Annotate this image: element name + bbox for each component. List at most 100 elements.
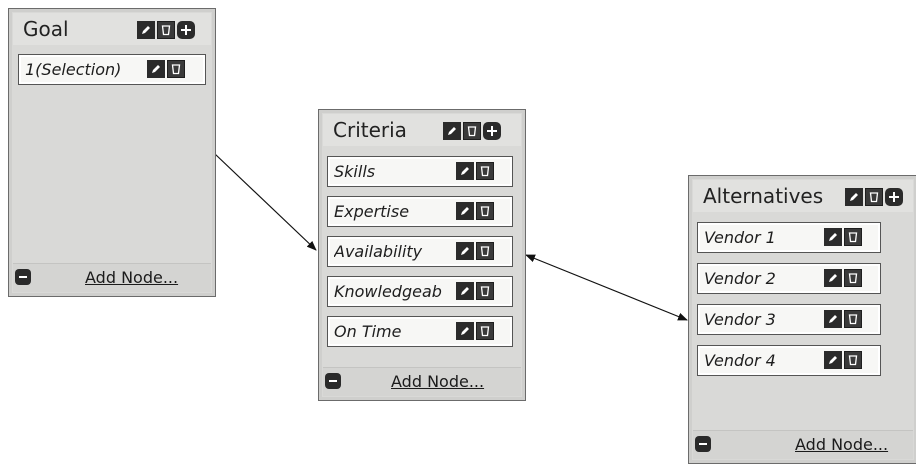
plus-icon xyxy=(487,126,497,136)
trash-icon xyxy=(869,192,879,203)
trash-icon xyxy=(848,273,858,284)
criteria-panel-header: Criteria xyxy=(323,114,521,146)
pencil-icon xyxy=(461,167,469,175)
collapse-icon[interactable] xyxy=(15,269,31,285)
trash-icon xyxy=(480,166,490,177)
node-delete-button[interactable] xyxy=(476,322,494,340)
node-edit-button[interactable] xyxy=(456,162,474,180)
list-item[interactable]: Vendor 4 xyxy=(697,345,881,376)
collapse-icon[interactable] xyxy=(695,436,711,452)
pencil-icon xyxy=(152,65,160,73)
trash-icon xyxy=(480,326,490,337)
node-label: Knowledgeab xyxy=(334,282,442,301)
node-edit-button[interactable] xyxy=(456,282,474,300)
list-item[interactable]: 1(Selection) xyxy=(18,54,206,85)
alternatives-panel-title: Alternatives xyxy=(703,184,824,208)
list-item[interactable]: Expertise xyxy=(327,196,513,227)
node-delete-button[interactable] xyxy=(844,269,862,287)
node-label: Availability xyxy=(334,242,423,261)
alternatives-add-node-link[interactable]: Add Node... xyxy=(795,435,888,454)
node-label: Vendor 3 xyxy=(704,310,776,329)
criteria-panel-footer: Add Node... xyxy=(323,367,521,396)
alternatives-panel: Alternatives Vendor 1 Vendor 2 Vendor 3 … xyxy=(688,175,916,464)
goal-edit-button[interactable] xyxy=(137,21,155,39)
node-delete-button[interactable] xyxy=(844,228,862,246)
criteria-node-list: Skills Expertise Availability Knowledgea… xyxy=(323,150,521,364)
node-edit-button[interactable] xyxy=(824,351,842,369)
criteria-add-node-link[interactable]: Add Node... xyxy=(391,372,484,391)
alternatives-add-button[interactable] xyxy=(885,188,903,206)
list-item[interactable]: Knowledgeab xyxy=(327,276,513,307)
alternatives-panel-header: Alternatives xyxy=(693,180,913,212)
node-delete-button[interactable] xyxy=(844,310,862,328)
collapse-icon[interactable] xyxy=(325,373,341,389)
trash-icon xyxy=(161,25,171,36)
pencil-icon xyxy=(829,233,837,241)
alternatives-node-list: Vendor 1 Vendor 2 Vendor 3 Vendor 4 xyxy=(693,216,913,427)
criteria-add-button[interactable] xyxy=(483,122,501,140)
pencil-icon xyxy=(829,274,837,282)
plus-icon xyxy=(889,192,899,202)
list-item[interactable]: Availability xyxy=(327,236,513,267)
node-label: 1(Selection) xyxy=(25,60,122,79)
list-item[interactable]: On Time xyxy=(327,316,513,347)
trash-icon xyxy=(480,246,490,257)
node-edit-button[interactable] xyxy=(456,322,474,340)
trash-icon xyxy=(848,314,858,325)
plus-icon xyxy=(181,25,191,35)
alternatives-panel-footer: Add Node... xyxy=(693,430,913,459)
node-edit-button[interactable] xyxy=(147,60,165,78)
node-label: Vendor 2 xyxy=(704,269,776,288)
goal-add-node-link[interactable]: Add Node... xyxy=(85,268,178,287)
pencil-icon xyxy=(448,127,456,135)
node-delete-button[interactable] xyxy=(167,60,185,78)
node-label: Vendor 1 xyxy=(704,228,776,247)
criteria-panel-title: Criteria xyxy=(333,118,407,142)
node-label: Expertise xyxy=(334,202,410,221)
goal-delete-button[interactable] xyxy=(157,21,175,39)
alternatives-delete-button[interactable] xyxy=(865,188,883,206)
trash-icon xyxy=(480,286,490,297)
node-edit-button[interactable] xyxy=(824,310,842,328)
trash-icon xyxy=(171,64,181,75)
pencil-icon xyxy=(461,287,469,295)
criteria-delete-button[interactable] xyxy=(463,122,481,140)
goal-add-button[interactable] xyxy=(177,21,195,39)
trash-icon xyxy=(848,355,858,366)
list-item[interactable]: Vendor 2 xyxy=(697,263,881,294)
pencil-icon xyxy=(850,193,858,201)
goal-panel-title: Goal xyxy=(23,17,69,41)
pencil-icon xyxy=(461,247,469,255)
node-delete-button[interactable] xyxy=(476,162,494,180)
pencil-icon xyxy=(142,26,150,34)
node-label: Skills xyxy=(334,162,376,181)
goal-to-criteria-link xyxy=(214,153,317,251)
node-edit-button[interactable] xyxy=(824,269,842,287)
list-item[interactable]: Vendor 1 xyxy=(697,222,881,253)
goal-panel: Goal 1(Selection) Add Node... xyxy=(8,8,216,297)
node-delete-button[interactable] xyxy=(476,202,494,220)
list-item[interactable]: Vendor 3 xyxy=(697,304,881,335)
pencil-icon xyxy=(829,315,837,323)
node-edit-button[interactable] xyxy=(456,242,474,260)
pencil-icon xyxy=(829,356,837,364)
pencil-icon xyxy=(461,327,469,335)
node-edit-button[interactable] xyxy=(456,202,474,220)
node-label: Vendor 4 xyxy=(704,351,776,370)
criteria-panel: Criteria Skills Expertise Availability K… xyxy=(318,109,526,401)
list-item[interactable]: Skills xyxy=(327,156,513,187)
node-delete-button[interactable] xyxy=(476,282,494,300)
criteria-alternatives-link xyxy=(525,254,688,321)
trash-icon xyxy=(480,206,490,217)
node-delete-button[interactable] xyxy=(476,242,494,260)
goal-panel-footer: Add Node... xyxy=(13,263,211,292)
node-label: On Time xyxy=(334,322,402,341)
trash-icon xyxy=(848,232,858,243)
goal-panel-header: Goal xyxy=(13,13,211,45)
alternatives-edit-button[interactable] xyxy=(845,188,863,206)
criteria-edit-button[interactable] xyxy=(443,122,461,140)
node-delete-button[interactable] xyxy=(844,351,862,369)
pencil-icon xyxy=(461,207,469,215)
node-edit-button[interactable] xyxy=(824,228,842,246)
trash-icon xyxy=(467,126,477,137)
